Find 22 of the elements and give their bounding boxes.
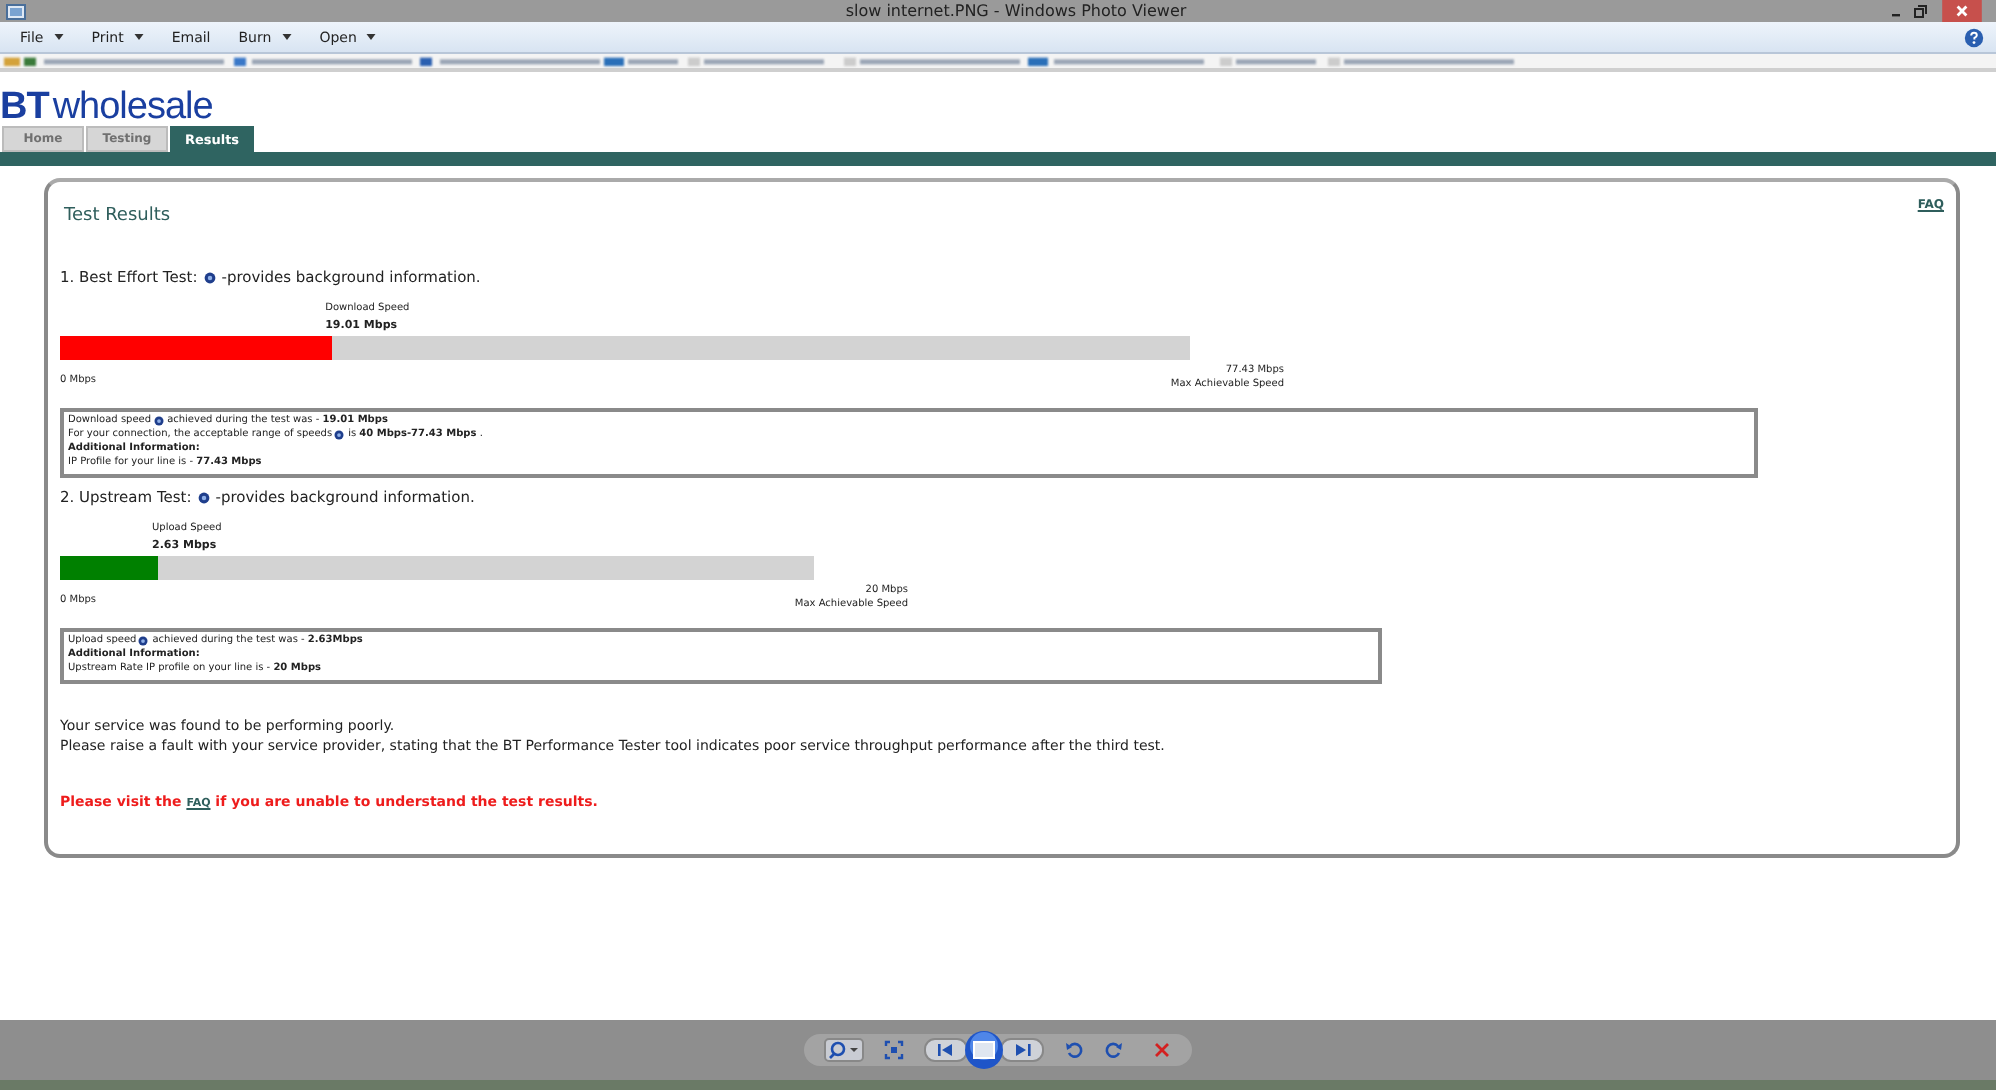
restore-icon[interactable] [1910, 1, 1930, 21]
slideshow-icon[interactable] [964, 1030, 1004, 1070]
rotate-left-icon[interactable] [1064, 1040, 1084, 1060]
caret-icon [366, 34, 377, 40]
zoom-icon[interactable] [824, 1038, 864, 1062]
panel-title: Test Results [64, 206, 171, 226]
info-icon[interactable] [153, 416, 164, 426]
info-icon[interactable] [203, 271, 216, 283]
info-icon[interactable] [197, 491, 210, 503]
fit-window-icon[interactable] [884, 1040, 904, 1060]
previous-icon[interactable] [924, 1038, 968, 1062]
window-title: slow internet.PNG - Windows Photo Viewer [843, 0, 1189, 22]
info-icon[interactable] [334, 430, 345, 440]
caret-icon [53, 34, 64, 40]
help-icon[interactable] [1964, 27, 1984, 47]
app-icon [6, 3, 26, 19]
caret-icon [133, 34, 144, 40]
caret-icon [281, 34, 292, 40]
logo: BTwholesale [0, 90, 213, 126]
rotate-right-icon[interactable] [1104, 1040, 1124, 1060]
info-icon[interactable] [138, 636, 149, 646]
next-icon[interactable] [1000, 1038, 1044, 1062]
